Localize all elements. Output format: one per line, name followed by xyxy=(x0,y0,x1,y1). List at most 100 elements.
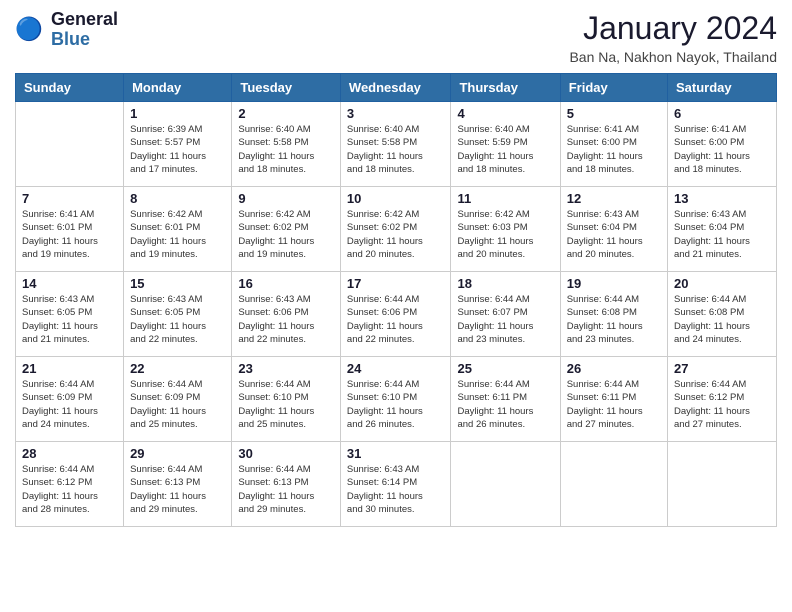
day-number: 24 xyxy=(347,361,445,376)
calendar-cell: 14 Sunrise: 6:43 AM Sunset: 6:05 PM Dayli… xyxy=(16,272,124,357)
calendar-cell: 31 Sunrise: 6:43 AM Sunset: 6:14 PM Dayli… xyxy=(340,442,451,527)
calendar-cell: 7 Sunrise: 6:41 AM Sunset: 6:01 PM Daylig… xyxy=(16,187,124,272)
logo: 🔵 General Blue xyxy=(15,10,118,50)
day-info: Sunrise: 6:43 AM Sunset: 6:14 PM Dayligh… xyxy=(347,463,445,516)
calendar-cell: 10 Sunrise: 6:42 AM Sunset: 6:02 PM Dayli… xyxy=(340,187,451,272)
calendar-cell: 12 Sunrise: 6:43 AM Sunset: 6:04 PM Dayli… xyxy=(560,187,667,272)
calendar-week-row: 1 Sunrise: 6:39 AM Sunset: 5:57 PM Daylig… xyxy=(16,102,777,187)
day-number: 1 xyxy=(130,106,225,121)
calendar-cell: 16 Sunrise: 6:43 AM Sunset: 6:06 PM Dayli… xyxy=(232,272,341,357)
day-number: 10 xyxy=(347,191,445,206)
day-number: 30 xyxy=(238,446,334,461)
day-info: Sunrise: 6:44 AM Sunset: 6:11 PM Dayligh… xyxy=(567,378,661,431)
calendar-table: SundayMondayTuesdayWednesdayThursdayFrid… xyxy=(15,73,777,527)
day-info: Sunrise: 6:44 AM Sunset: 6:10 PM Dayligh… xyxy=(238,378,334,431)
calendar-cell: 5 Sunrise: 6:41 AM Sunset: 6:00 PM Daylig… xyxy=(560,102,667,187)
day-number: 6 xyxy=(674,106,770,121)
day-info: Sunrise: 6:41 AM Sunset: 6:00 PM Dayligh… xyxy=(567,123,661,176)
day-info: Sunrise: 6:43 AM Sunset: 6:04 PM Dayligh… xyxy=(567,208,661,261)
location-title: Ban Na, Nakhon Nayok, Thailand xyxy=(569,49,777,65)
day-number: 28 xyxy=(22,446,117,461)
calendar-week-row: 7 Sunrise: 6:41 AM Sunset: 6:01 PM Daylig… xyxy=(16,187,777,272)
day-number: 2 xyxy=(238,106,334,121)
day-info: Sunrise: 6:40 AM Sunset: 5:59 PM Dayligh… xyxy=(457,123,553,176)
page-header: 🔵 General Blue January 2024 Ban Na, Nakh… xyxy=(15,10,777,65)
calendar-header-row: SundayMondayTuesdayWednesdayThursdayFrid… xyxy=(16,74,777,102)
calendar-cell xyxy=(560,442,667,527)
day-number: 31 xyxy=(347,446,445,461)
weekday-header: Thursday xyxy=(451,74,560,102)
day-number: 4 xyxy=(457,106,553,121)
day-number: 16 xyxy=(238,276,334,291)
day-number: 17 xyxy=(347,276,445,291)
calendar-cell: 18 Sunrise: 6:44 AM Sunset: 6:07 PM Dayli… xyxy=(451,272,560,357)
calendar-cell: 24 Sunrise: 6:44 AM Sunset: 6:10 PM Dayli… xyxy=(340,357,451,442)
day-info: Sunrise: 6:44 AM Sunset: 6:12 PM Dayligh… xyxy=(674,378,770,431)
day-number: 8 xyxy=(130,191,225,206)
calendar-cell: 26 Sunrise: 6:44 AM Sunset: 6:11 PM Dayli… xyxy=(560,357,667,442)
calendar-cell xyxy=(668,442,777,527)
day-info: Sunrise: 6:43 AM Sunset: 6:04 PM Dayligh… xyxy=(674,208,770,261)
day-info: Sunrise: 6:39 AM Sunset: 5:57 PM Dayligh… xyxy=(130,123,225,176)
calendar-week-row: 28Sunrise: 6:44 AM Sunset: 6:12 PM Dayli… xyxy=(16,442,777,527)
calendar-cell: 20 Sunrise: 6:44 AM Sunset: 6:08 PM Dayli… xyxy=(668,272,777,357)
day-number: 12 xyxy=(567,191,661,206)
calendar-cell: 23 Sunrise: 6:44 AM Sunset: 6:10 PM Dayli… xyxy=(232,357,341,442)
calendar-cell: 28Sunrise: 6:44 AM Sunset: 6:12 PM Dayli… xyxy=(16,442,124,527)
day-number: 21 xyxy=(22,361,117,376)
day-info: Sunrise: 6:44 AM Sunset: 6:13 PM Dayligh… xyxy=(238,463,334,516)
day-number: 15 xyxy=(130,276,225,291)
calendar-cell xyxy=(451,442,560,527)
day-info: Sunrise: 6:41 AM Sunset: 6:00 PM Dayligh… xyxy=(674,123,770,176)
calendar-cell: 2 Sunrise: 6:40 AM Sunset: 5:58 PM Daylig… xyxy=(232,102,341,187)
calendar-cell: 30 Sunrise: 6:44 AM Sunset: 6:13 PM Dayli… xyxy=(232,442,341,527)
day-info: Sunrise: 6:42 AM Sunset: 6:03 PM Dayligh… xyxy=(457,208,553,261)
day-number: 27 xyxy=(674,361,770,376)
day-info: Sunrise: 6:44 AM Sunset: 6:07 PM Dayligh… xyxy=(457,293,553,346)
day-number: 7 xyxy=(22,191,117,206)
calendar-week-row: 21Sunrise: 6:44 AM Sunset: 6:09 PM Dayli… xyxy=(16,357,777,442)
day-number: 19 xyxy=(567,276,661,291)
calendar-week-row: 14 Sunrise: 6:43 AM Sunset: 6:05 PM Dayli… xyxy=(16,272,777,357)
svg-text:🔵: 🔵 xyxy=(15,15,43,41)
calendar-cell: 25Sunrise: 6:44 AM Sunset: 6:11 PM Dayli… xyxy=(451,357,560,442)
day-info: Sunrise: 6:42 AM Sunset: 6:02 PM Dayligh… xyxy=(238,208,334,261)
day-info: Sunrise: 6:40 AM Sunset: 5:58 PM Dayligh… xyxy=(238,123,334,176)
calendar-cell: 17Sunrise: 6:44 AM Sunset: 6:06 PM Dayli… xyxy=(340,272,451,357)
day-number: 14 xyxy=(22,276,117,291)
day-info: Sunrise: 6:43 AM Sunset: 6:05 PM Dayligh… xyxy=(22,293,117,346)
calendar-cell: 8 Sunrise: 6:42 AM Sunset: 6:01 PM Daylig… xyxy=(124,187,232,272)
day-number: 3 xyxy=(347,106,445,121)
day-info: Sunrise: 6:42 AM Sunset: 6:01 PM Dayligh… xyxy=(130,208,225,261)
day-info: Sunrise: 6:42 AM Sunset: 6:02 PM Dayligh… xyxy=(347,208,445,261)
month-title: January 2024 xyxy=(569,10,777,47)
calendar-cell: 29Sunrise: 6:44 AM Sunset: 6:13 PM Dayli… xyxy=(124,442,232,527)
day-info: Sunrise: 6:44 AM Sunset: 6:10 PM Dayligh… xyxy=(347,378,445,431)
calendar-cell: 15Sunrise: 6:43 AM Sunset: 6:05 PM Dayli… xyxy=(124,272,232,357)
calendar-cell xyxy=(16,102,124,187)
calendar-cell: 4 Sunrise: 6:40 AM Sunset: 5:59 PM Daylig… xyxy=(451,102,560,187)
day-number: 25 xyxy=(457,361,553,376)
day-number: 18 xyxy=(457,276,553,291)
logo-icon: 🔵 xyxy=(15,14,47,46)
weekday-header: Tuesday xyxy=(232,74,341,102)
title-section: January 2024 Ban Na, Nakhon Nayok, Thail… xyxy=(569,10,777,65)
calendar-cell: 19 Sunrise: 6:44 AM Sunset: 6:08 PM Dayli… xyxy=(560,272,667,357)
day-number: 23 xyxy=(238,361,334,376)
day-number: 11 xyxy=(457,191,553,206)
day-number: 5 xyxy=(567,106,661,121)
day-number: 9 xyxy=(238,191,334,206)
weekday-header: Sunday xyxy=(16,74,124,102)
calendar-cell: 3Sunrise: 6:40 AM Sunset: 5:58 PM Daylig… xyxy=(340,102,451,187)
calendar-cell: 9 Sunrise: 6:42 AM Sunset: 6:02 PM Daylig… xyxy=(232,187,341,272)
weekday-header: Monday xyxy=(124,74,232,102)
day-info: Sunrise: 6:44 AM Sunset: 6:08 PM Dayligh… xyxy=(567,293,661,346)
day-info: Sunrise: 6:41 AM Sunset: 6:01 PM Dayligh… xyxy=(22,208,117,261)
day-number: 29 xyxy=(130,446,225,461)
calendar-cell: 11 Sunrise: 6:42 AM Sunset: 6:03 PM Dayli… xyxy=(451,187,560,272)
day-info: Sunrise: 6:44 AM Sunset: 6:08 PM Dayligh… xyxy=(674,293,770,346)
day-number: 26 xyxy=(567,361,661,376)
day-number: 22 xyxy=(130,361,225,376)
day-number: 20 xyxy=(674,276,770,291)
day-info: Sunrise: 6:43 AM Sunset: 6:06 PM Dayligh… xyxy=(238,293,334,346)
